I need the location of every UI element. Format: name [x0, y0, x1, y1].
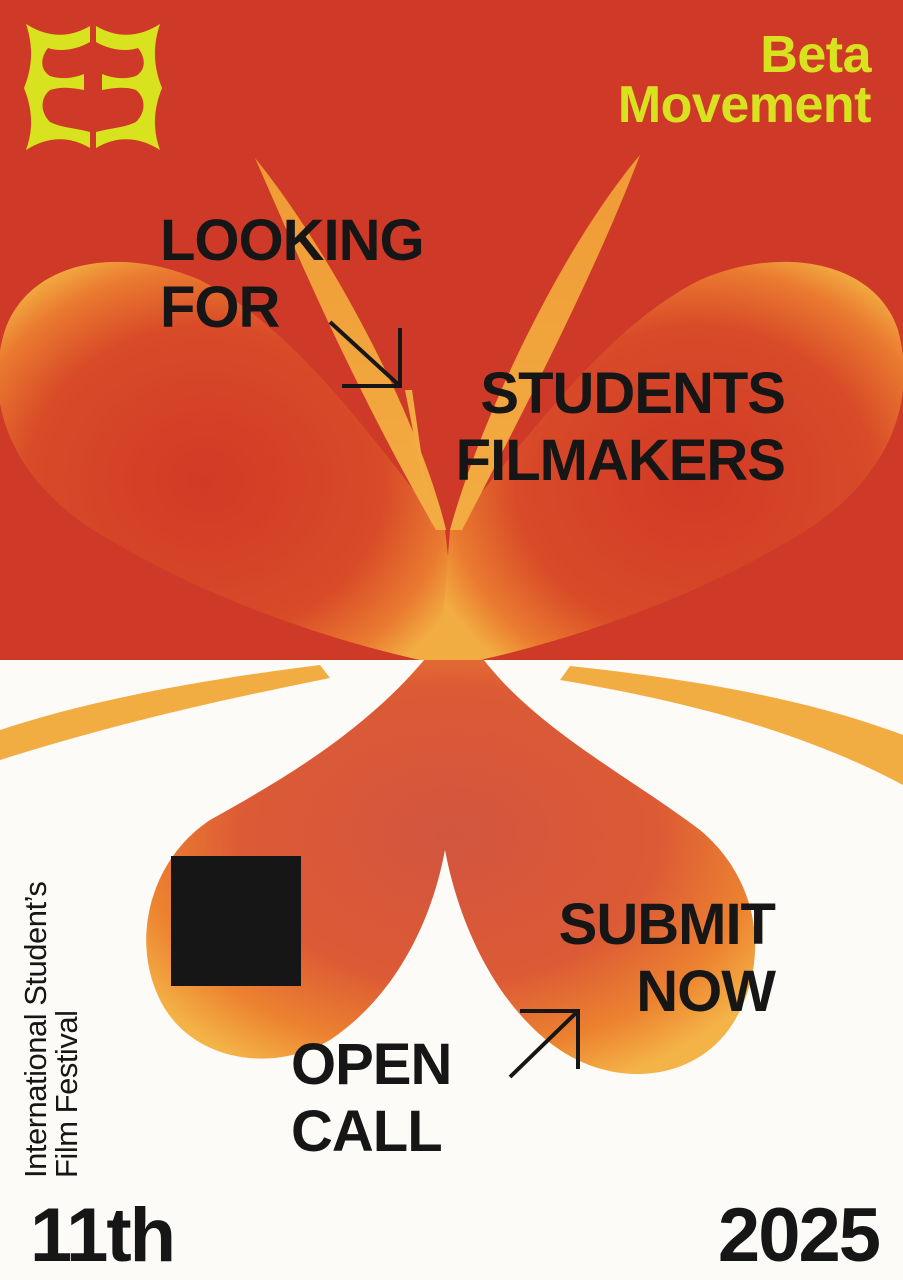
brand-name: Beta Movement: [617, 26, 872, 134]
submit-line1: SUBMIT: [558, 892, 776, 957]
beta-movement-monogram-icon: [24, 24, 162, 150]
festival-year: 2025: [717, 1193, 881, 1278]
headline-students-filmakers: STUDENTS FILMAKERS: [455, 360, 786, 494]
arrow-up-right-icon: [508, 1009, 580, 1079]
submit-now-text: SUBMIT NOW: [558, 891, 776, 1025]
festival-name-line1: International Student’s: [18, 881, 53, 1178]
headline-line4: FILMAKERS: [455, 428, 786, 493]
headline-line3: STUDENTS: [480, 361, 786, 426]
arrow-down-right-icon: [328, 320, 402, 388]
open-call-line1: OPEN: [291, 1032, 452, 1097]
flower-graphic: [0, 155, 903, 1074]
poster: Beta Movement LOOKING FOR STUDENTS FILMA…: [0, 0, 903, 1280]
open-call-line2: CALL: [291, 1099, 443, 1164]
festival-edition: 11th: [30, 1193, 176, 1278]
black-square-icon: [171, 856, 301, 986]
brand-name-line2: Movement: [617, 76, 872, 134]
open-call-text: OPEN CALL: [291, 1031, 452, 1165]
festival-name-vertical: International Student’s Film Festival: [18, 881, 84, 1178]
brand-name-line1: Beta: [760, 26, 871, 84]
headline-line1: LOOKING: [160, 208, 425, 273]
submit-line2: NOW: [636, 959, 776, 1024]
festival-name-line2: Film Festival: [49, 1010, 84, 1178]
